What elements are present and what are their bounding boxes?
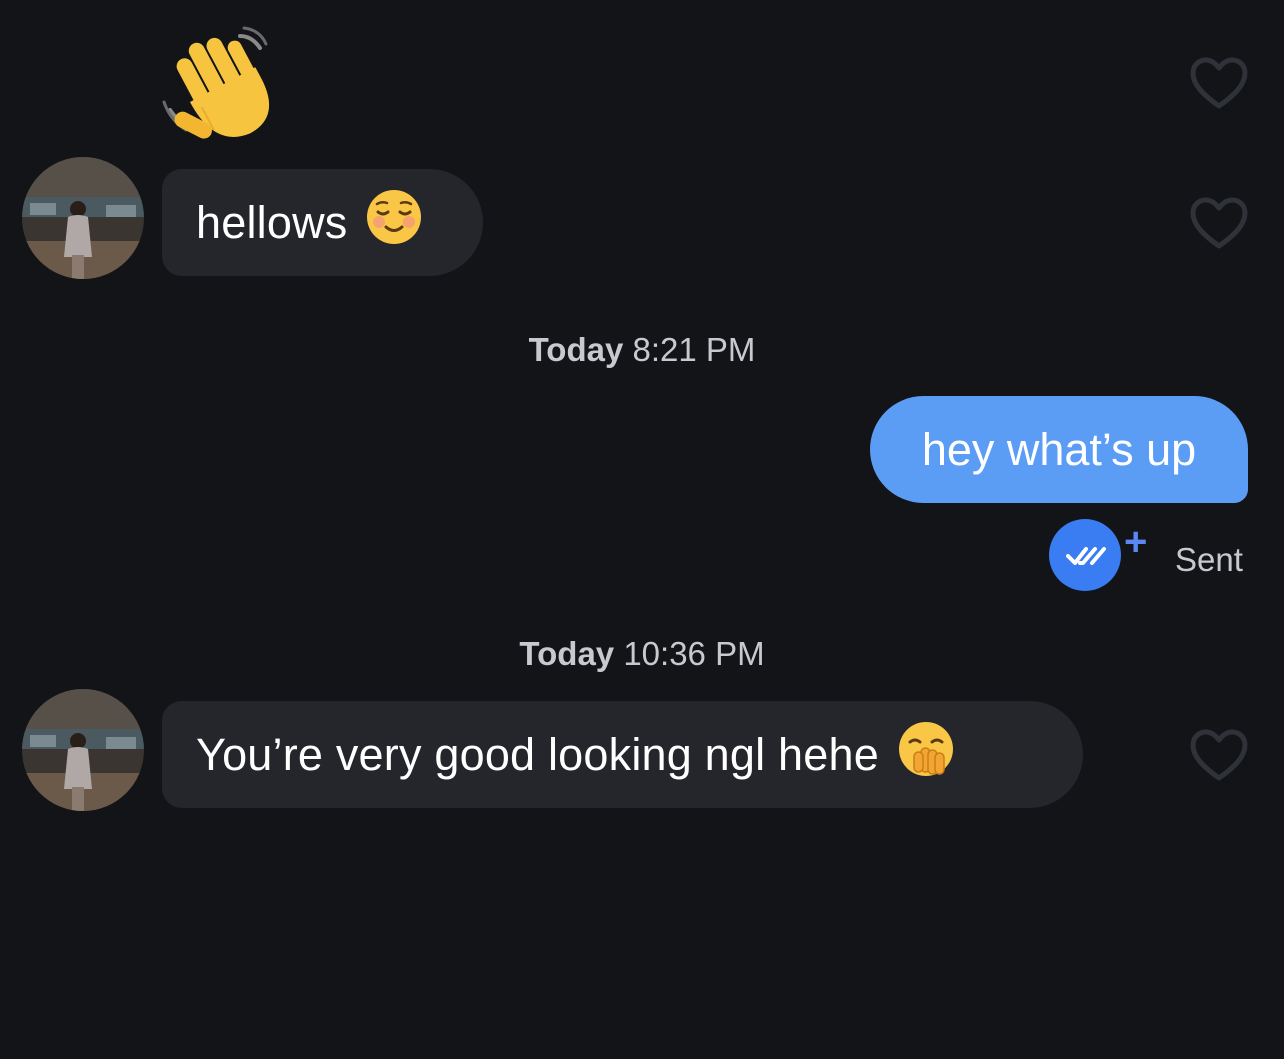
timestamp-time: 8:21 PM — [632, 331, 756, 368]
incoming-message-bubble[interactable]: hellows — [162, 169, 483, 276]
boost-plus-icon[interactable]: + — [1124, 522, 1147, 562]
like-heart-icon[interactable] — [1188, 56, 1250, 112]
sent-status: Sent — [1175, 541, 1243, 578]
message-text: You’re very good looking ngl hehe — [196, 728, 879, 780]
timestamp-time: 10:36 PM — [623, 635, 765, 672]
hand-over-mouth-emoji — [897, 720, 955, 789]
message-text: hey what’s up — [921, 423, 1197, 475]
like-heart-icon[interactable] — [1188, 728, 1250, 784]
like-heart-icon[interactable] — [1188, 196, 1250, 252]
wave-emoji — [160, 22, 290, 152]
timestamp-day: Today — [519, 635, 615, 672]
double-check-icon[interactable] — [1048, 518, 1122, 592]
sender-avatar[interactable] — [22, 157, 144, 279]
timestamp-divider: Today 10:36 PM — [0, 635, 1284, 673]
message-text: hellows — [196, 196, 348, 248]
timestamp-divider: Today 8:21 PM — [0, 331, 1284, 369]
sender-avatar[interactable] — [22, 689, 144, 811]
incoming-message-bubble[interactable]: You’re very good looking ngl hehe — [162, 701, 1083, 808]
outgoing-message-bubble[interactable]: hey what’s up — [870, 396, 1248, 503]
smiling-face-emoji — [365, 188, 423, 257]
timestamp-day: Today — [528, 331, 624, 368]
